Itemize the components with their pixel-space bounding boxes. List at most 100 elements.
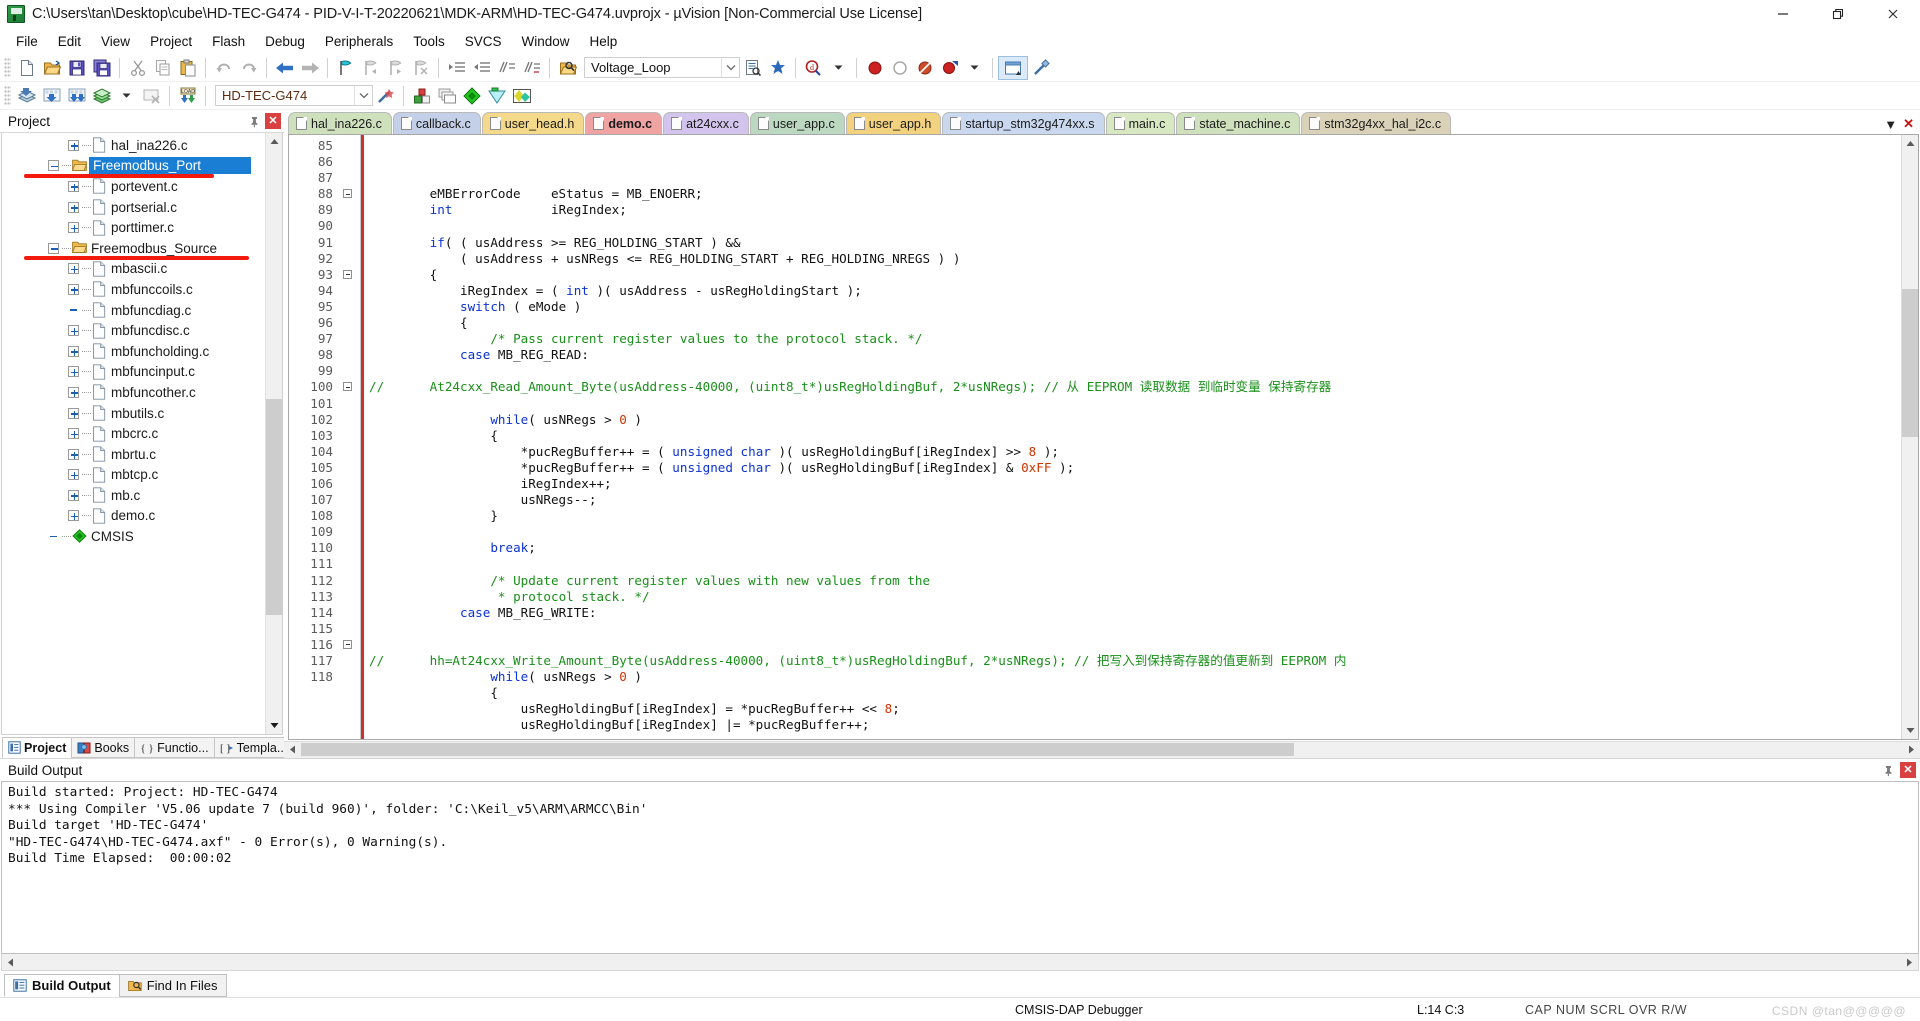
tree-item-portevent-c[interactable]: portevent.c [2,176,265,197]
collapse-icon[interactable] [48,160,59,172]
scroll-left-icon[interactable] [284,742,301,757]
window-layout-icon[interactable] [998,55,1028,80]
editor-tab-state-machine-c[interactable]: state_machine.c [1176,112,1301,134]
build-output-text[interactable]: Build started: Project: HD-TEC-G474 *** U… [2,782,1918,953]
tree-item-mbfuncinput-c[interactable]: mbfuncinput.c [2,362,265,383]
pack-installer-icon[interactable] [509,84,534,108]
editor-tab-at24cxx-c[interactable]: at24cxx.c [663,112,749,134]
batch-build-icon[interactable] [64,84,89,108]
stop-build-icon[interactable] [139,84,164,108]
save-all-icon[interactable] [89,56,114,80]
menu-tools[interactable]: Tools [403,31,455,52]
expand-icon[interactable] [68,263,79,275]
editor-horizontal-scrollbar[interactable] [284,741,1920,758]
close-panel-icon[interactable]: ✕ [1900,762,1916,778]
redo-icon[interactable] [236,56,261,80]
editor-tab-stm32g4xx-hal-i2c-c[interactable]: stm32g4xx_hal_i2c.c [1301,112,1452,134]
expand-icon[interactable] [68,386,79,398]
tree-item-hal-ina226-c[interactable]: hal_ina226.c [2,135,265,156]
find-icon[interactable]: d [801,56,826,80]
tree-item-demo-c[interactable]: demo.c [2,506,265,527]
multi-project-window-icon[interactable] [434,84,459,108]
save-icon[interactable] [64,56,89,80]
menu-edit[interactable]: Edit [48,31,91,52]
tree-item-mbfunccoils-c[interactable]: mbfunccoils.c [2,279,265,300]
remove-breakpoint-icon[interactable] [887,56,912,80]
project-tab-functio[interactable]: { } Functio... [134,737,215,758]
close-tab-icon[interactable]: ✕ [1903,116,1914,132]
target-options-wand-icon[interactable] [373,84,398,108]
auto-hide-pin-icon[interactable] [246,113,262,129]
expand-icon[interactable] [68,201,79,213]
download-icon[interactable]: LOAD [175,84,200,108]
scroll-left-icon[interactable] [2,955,19,970]
project-tab-project[interactable]: Project [2,737,73,758]
expand-icon[interactable] [68,489,79,501]
build-dropdown-icon[interactable] [114,84,139,108]
collapse-block-icon[interactable] [343,189,352,199]
expand-icon[interactable] [68,510,79,522]
restore-icon[interactable] [1810,0,1865,29]
project-tree[interactable]: hal_ina226.c Freemodbus_Port portevent.c… [2,133,265,734]
expand-icon[interactable] [68,407,79,419]
find-in-files-icon[interactable] [555,56,580,80]
chevron-down-icon[interactable] [721,58,739,77]
toolbar-grip[interactable] [4,57,11,78]
project-tab-books[interactable]: Books [71,737,136,758]
expand-icon[interactable] [68,180,79,192]
scroll-thumb[interactable] [1902,288,1918,437]
scroll-down-icon[interactable] [1902,722,1918,739]
kill-all-breakpoints-icon[interactable] [937,56,962,80]
cut-icon[interactable] [125,56,150,80]
build-tab-build-output[interactable]: Build Output [4,974,120,997]
disable-breakpoint-icon[interactable] [912,56,937,80]
uncomment-icon[interactable] [519,56,544,80]
configuration-wizard-icon[interactable] [1028,56,1053,80]
tree-item-porttimer-c[interactable]: porttimer.c [2,217,265,238]
close-panel-icon[interactable]: ✕ [265,113,281,129]
translate-icon[interactable] [89,84,114,108]
tab-list-dropdown-icon[interactable]: ▼ [1884,117,1897,132]
editor-vertical-scrollbar[interactable] [1901,135,1918,739]
paste-icon[interactable] [175,56,200,80]
chevron-down-icon[interactable] [354,86,372,105]
insert-bookmark-icon[interactable] [333,56,358,80]
toolbar-grip[interactable] [4,85,11,106]
menu-peripherals[interactable]: Peripherals [315,31,403,52]
undo-icon[interactable] [211,56,236,80]
breakpoint-dropdown-icon[interactable] [962,56,987,80]
editor-tab-user-app-h[interactable]: user_app.h [845,112,942,134]
manage-components-icon[interactable] [765,56,790,80]
scroll-track[interactable] [19,955,1901,970]
tree-item-mbrtu-c[interactable]: mbrtu.c [2,444,265,465]
find-dropdown-icon[interactable] [826,56,851,80]
fold-row[interactable] [339,186,360,202]
close-icon[interactable] [1865,0,1920,29]
collapse-block-icon[interactable] [343,639,352,649]
tree-item-mbtcp-c[interactable]: mbtcp.c [2,465,265,486]
outdent-icon[interactable] [469,56,494,80]
editor-tab-hal-ina226-c[interactable]: hal_ina226.c [288,112,392,134]
expand-icon[interactable] [68,366,79,378]
project-tab-templa[interactable]: [ ] Templa... [213,737,294,758]
collapse-block-icon[interactable] [343,382,352,392]
code-text[interactable]: eMBErrorCode eStatus = MB_ENOERR; int iR… [361,135,1901,739]
build-tab-find-in-files[interactable]: Find In Files [118,974,227,997]
tree-item-mbascii-c[interactable]: mbascii.c [2,259,265,280]
build-icon[interactable] [14,84,39,108]
fold-row[interactable] [339,637,360,653]
project-tree-scrollbar[interactable] [265,133,282,734]
menu-project[interactable]: Project [140,31,202,52]
navigate-forward-icon[interactable] [297,56,322,80]
expand-icon[interactable] [68,469,79,481]
copy-icon[interactable] [150,56,175,80]
editor-tab-main-c[interactable]: main.c [1105,112,1176,134]
fold-row[interactable] [339,379,360,395]
navigate-back-icon[interactable] [272,56,297,80]
manage-run-environment-icon[interactable] [459,84,484,108]
tree-item-mbcrc-c[interactable]: mbcrc.c [2,423,265,444]
open-file-icon[interactable] [39,56,64,80]
menu-view[interactable]: View [91,31,140,52]
select-software-packs-icon[interactable] [484,84,509,108]
next-bookmark-icon[interactable] [383,56,408,80]
